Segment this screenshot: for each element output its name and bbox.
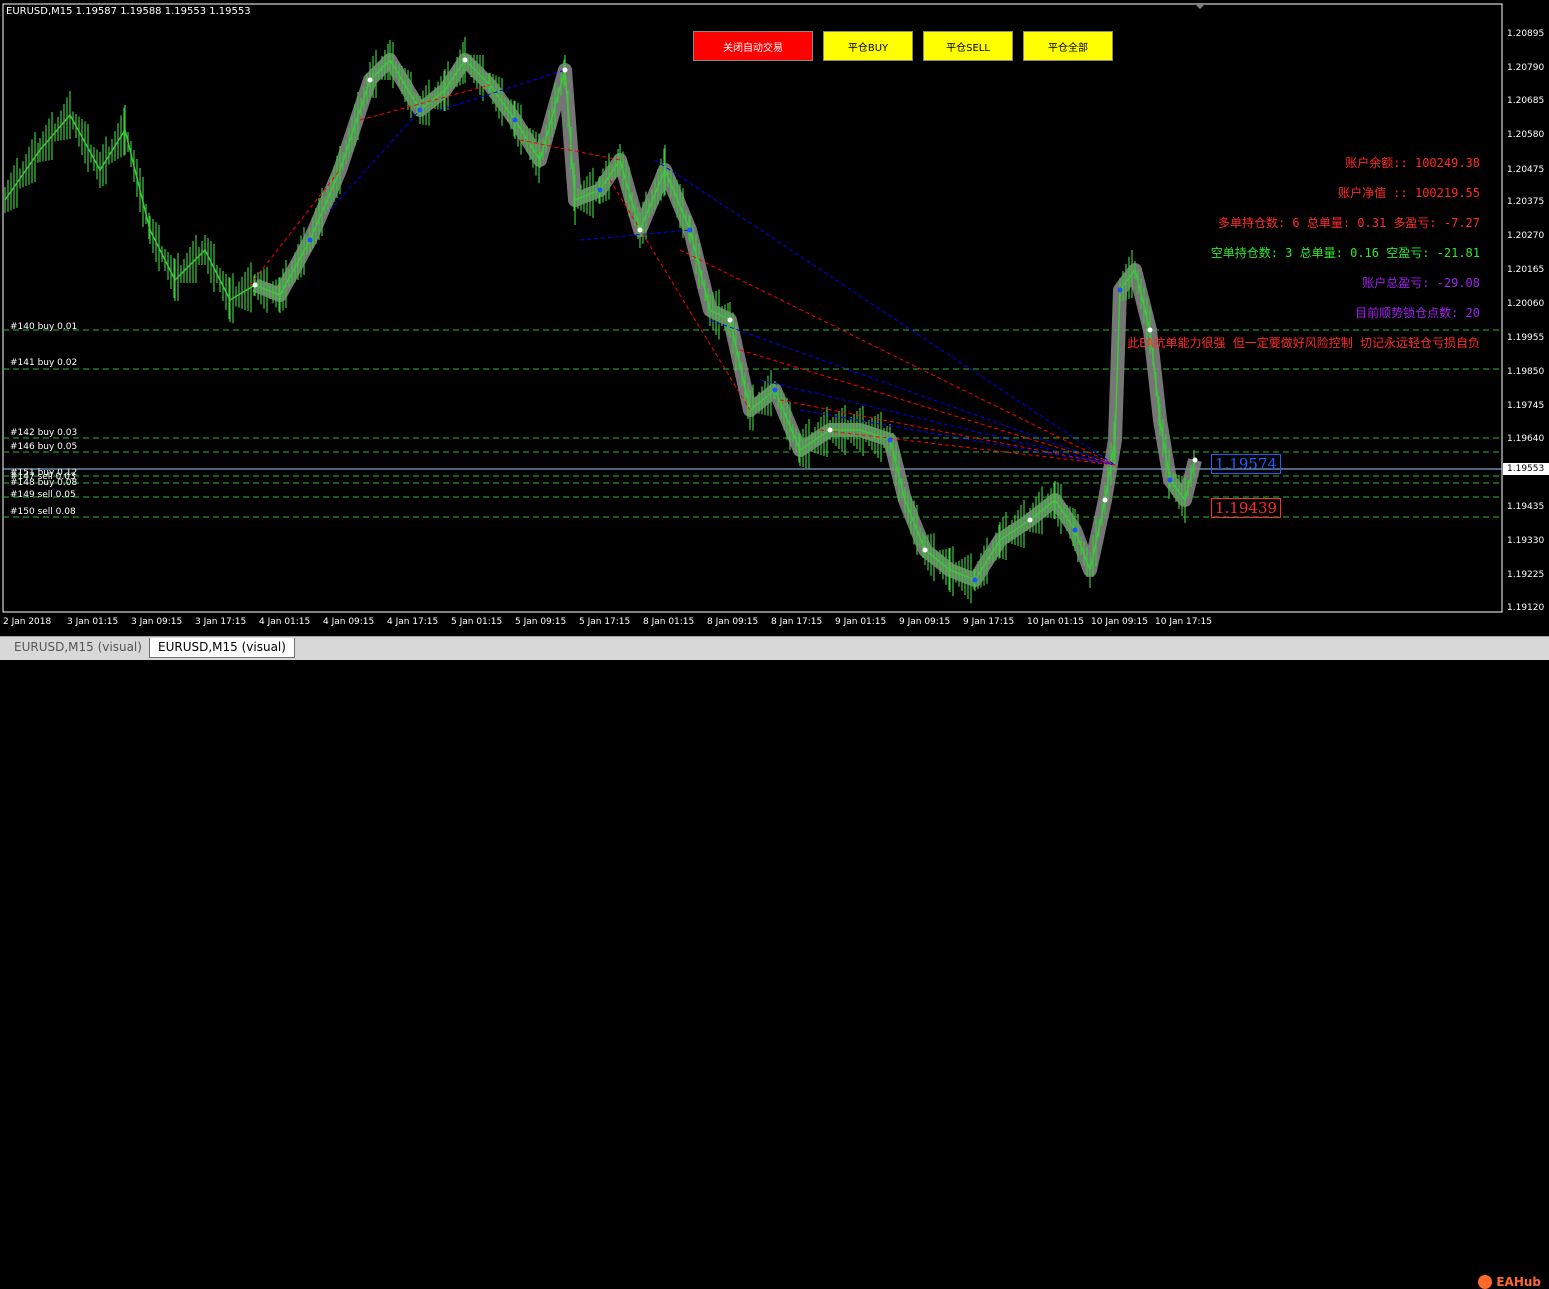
date-tick: 8 Jan 09:15	[707, 617, 759, 627]
date-tick: 4 Jan 09:15	[323, 617, 375, 627]
chart-symbol-title: EURUSD,M15 1.19587 1.19588 1.19553 1.195…	[6, 6, 251, 17]
price-tick: 1.19330	[1507, 536, 1545, 546]
date-tick: 3 Jan 09:15	[131, 617, 183, 627]
trade-marker	[772, 387, 778, 393]
trade-marker	[307, 237, 313, 243]
trade-marker	[1117, 287, 1123, 293]
position-label: #150 sell 0.08	[10, 507, 76, 517]
price-tick: 1.20790	[1507, 63, 1545, 73]
date-tick: 3 Jan 17:15	[195, 617, 247, 627]
position-label: #148 buy 0.08	[10, 478, 78, 488]
chart-tab-bar: EURUSD,M15 (visual) EURUSD,M15 (visual) …	[0, 636, 1549, 1289]
watermark-text: EAHub	[1496, 1275, 1541, 1289]
watermark-logo: EAHub	[1478, 1275, 1541, 1289]
trade-marker	[1027, 517, 1033, 523]
date-tick: 5 Jan 09:15	[515, 617, 567, 627]
logo-icon	[1478, 1275, 1493, 1289]
trend-lock-points: 目前顺势锁仓点数: 20	[1355, 306, 1480, 320]
price-tick: 1.20895	[1507, 29, 1545, 39]
price-line	[4, 58, 1196, 581]
date-tick: 9 Jan 09:15	[899, 617, 951, 627]
price-chart[interactable]	[0, 0, 1549, 636]
price-tick: 1.20165	[1507, 265, 1545, 275]
trade-marker	[367, 77, 373, 83]
date-tick: 8 Jan 17:15	[771, 617, 823, 627]
account-total-pnl: 账户总盈亏: -29.08	[1362, 276, 1480, 290]
chart-tab-active[interactable]: EURUSD,M15 (visual)	[149, 638, 295, 658]
position-label: #149 sell 0.05	[10, 490, 76, 500]
date-tick: 9 Jan 17:15	[963, 617, 1015, 627]
date-tick: 4 Jan 01:15	[259, 617, 311, 627]
price-tick: 1.20270	[1507, 231, 1545, 241]
date-tick: 5 Jan 01:15	[451, 617, 503, 627]
price-tick: 1.19640	[1507, 434, 1545, 444]
price-tick: 1.20580	[1507, 130, 1545, 140]
date-tick: 5 Jan 17:15	[579, 617, 631, 627]
price-tick: 1.19225	[1507, 570, 1545, 580]
date-tick: 10 Jan 09:15	[1091, 617, 1148, 627]
trade-marker	[972, 577, 978, 583]
trade-marker	[727, 317, 733, 323]
date-tick: 4 Jan 17:15	[387, 617, 439, 627]
price-tick: 1.20475	[1507, 165, 1545, 175]
close-buy-button[interactable]: 平仓BUY	[823, 31, 913, 61]
close-all-button[interactable]: 平仓全部	[1023, 31, 1113, 61]
trade-marker	[1167, 477, 1173, 483]
trade-marker	[827, 427, 833, 433]
price-tick: 1.20685	[1507, 96, 1545, 106]
trade-marker	[417, 107, 423, 113]
risk-warning: 此EA抗单能力很强 但一定要做好风险控制 切记永远轻仓亏损自负	[1127, 336, 1480, 350]
long-position-summary: 多单持仓数: 6 总单量: 0.31 多盈亏: -7.27	[1217, 216, 1480, 230]
trade-marker	[1147, 327, 1153, 333]
trade-marker	[922, 547, 928, 553]
stop-auto-trade-button[interactable]: 关闭自动交易	[693, 31, 813, 61]
trade-marker	[462, 57, 468, 63]
trade-marker	[1102, 497, 1108, 503]
account-equity: 账户净值 :: 100219.55	[1338, 186, 1480, 200]
position-label: #142 buy 0.03	[10, 428, 78, 438]
price-tick: 1.20375	[1507, 197, 1545, 207]
account-balance: 账户余额:: 100249.38	[1345, 156, 1480, 170]
trade-marker	[637, 227, 643, 233]
position-label: #146 buy 0.05	[10, 442, 78, 452]
price-tick: 1.19120	[1507, 603, 1545, 613]
trade-marker	[597, 187, 603, 193]
trade-marker	[687, 227, 693, 233]
price-tick: 1.19955	[1507, 333, 1545, 343]
trade-marker	[1072, 527, 1078, 533]
date-tick: 9 Jan 01:15	[835, 617, 887, 627]
buy-price-marker: 1.19574	[1211, 454, 1282, 474]
date-tick: 3 Jan 01:15	[67, 617, 119, 627]
sell-price-marker: 1.19439	[1211, 498, 1282, 518]
trade-marker	[512, 117, 518, 123]
scroll-indicator-icon	[1195, 4, 1205, 9]
chart-frame	[2, 3, 1503, 613]
short-position-summary: 空单持仓数: 3 总单量: 0.16 空盈亏: -21.81	[1210, 246, 1480, 260]
current-price-label: 1.19553	[1503, 463, 1549, 475]
trade-marker	[562, 67, 568, 73]
date-tick: 2 Jan 2018	[3, 617, 52, 627]
price-tick: 1.19745	[1507, 401, 1545, 411]
chart-window[interactable]: EURUSD,M15 1.19587 1.19588 1.19553 1.195…	[0, 0, 1549, 636]
trade-marker	[887, 437, 893, 443]
price-tick: 1.19435	[1507, 502, 1545, 512]
date-tick: 10 Jan 17:15	[1155, 617, 1212, 627]
trade-marker	[252, 282, 258, 288]
position-label: #140 buy 0.01	[10, 322, 78, 332]
position-label: #141 buy 0.02	[10, 358, 78, 368]
date-tick: 10 Jan 01:15	[1027, 617, 1084, 627]
chart-tab[interactable]: EURUSD,M15 (visual)	[6, 638, 150, 657]
trade-marker	[1192, 457, 1198, 463]
close-sell-button[interactable]: 平仓SELL	[923, 31, 1013, 61]
date-tick: 8 Jan 01:15	[643, 617, 695, 627]
price-tick: 1.20060	[1507, 299, 1545, 309]
price-tick: 1.19850	[1507, 367, 1545, 377]
